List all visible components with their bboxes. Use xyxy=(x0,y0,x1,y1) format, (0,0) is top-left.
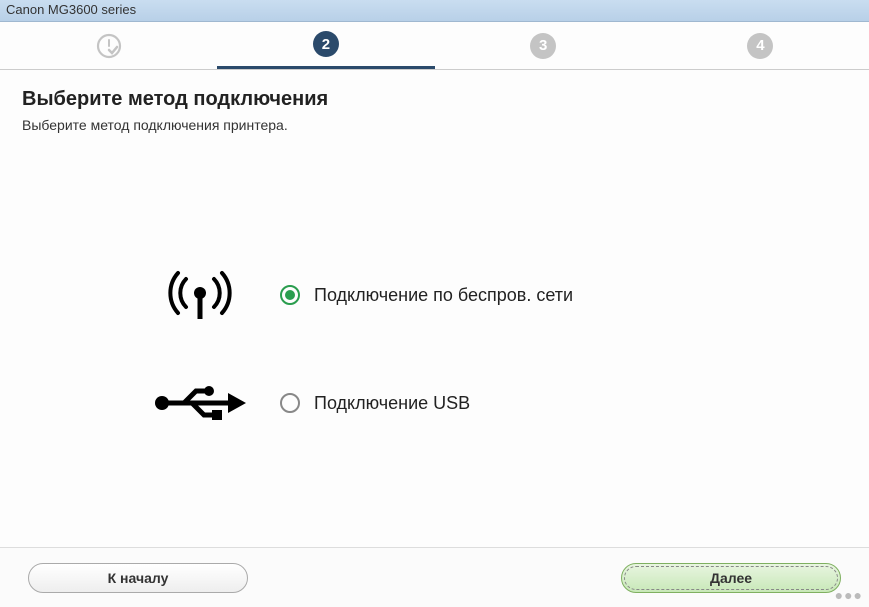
option-usb: Подключение USB xyxy=(120,381,869,425)
usb-radio[interactable]: Подключение USB xyxy=(280,393,470,414)
step-4: 4 xyxy=(652,22,869,69)
step-done-icon xyxy=(96,33,122,59)
step-circle: 4 xyxy=(747,33,773,59)
step-2: 2 xyxy=(217,22,434,69)
content-area: 2 3 4 Выберите метод подключения Выберит… xyxy=(0,22,869,607)
wireless-label: Подключение по беспров. сети xyxy=(314,285,573,306)
option-wireless: Подключение по беспров. сети xyxy=(120,265,869,325)
wireless-radio[interactable]: Подключение по беспров. сети xyxy=(280,285,573,306)
page-heading: Выберите метод подключения xyxy=(22,88,847,111)
back-button-label: К началу xyxy=(108,570,169,586)
wireless-icon xyxy=(120,265,280,325)
stepper: 2 3 4 xyxy=(0,22,869,70)
next-button-label: Далее xyxy=(710,570,752,586)
page-subheading: Выберите метод подключения принтера. xyxy=(22,117,847,133)
step-3: 3 xyxy=(435,22,652,69)
connection-options: Подключение по беспров. сети Подключение… xyxy=(0,143,869,547)
next-button[interactable]: Далее xyxy=(621,563,841,593)
step-circle: 2 xyxy=(313,31,339,57)
button-bar: К началу Далее xyxy=(0,547,869,607)
step-circle: 3 xyxy=(530,33,556,59)
resize-grip-icon: ●●● xyxy=(835,587,863,603)
window-titlebar: Canon MG3600 series xyxy=(0,0,869,22)
heading-area: Выберите метод подключения Выберите мето… xyxy=(0,70,869,143)
usb-icon xyxy=(120,381,280,425)
window-title: Canon MG3600 series xyxy=(6,2,136,17)
radio-indicator xyxy=(280,285,300,305)
step-1 xyxy=(0,22,217,69)
radio-indicator xyxy=(280,393,300,413)
back-button[interactable]: К началу xyxy=(28,563,248,593)
radio-dot xyxy=(285,290,295,300)
usb-label: Подключение USB xyxy=(314,393,470,414)
